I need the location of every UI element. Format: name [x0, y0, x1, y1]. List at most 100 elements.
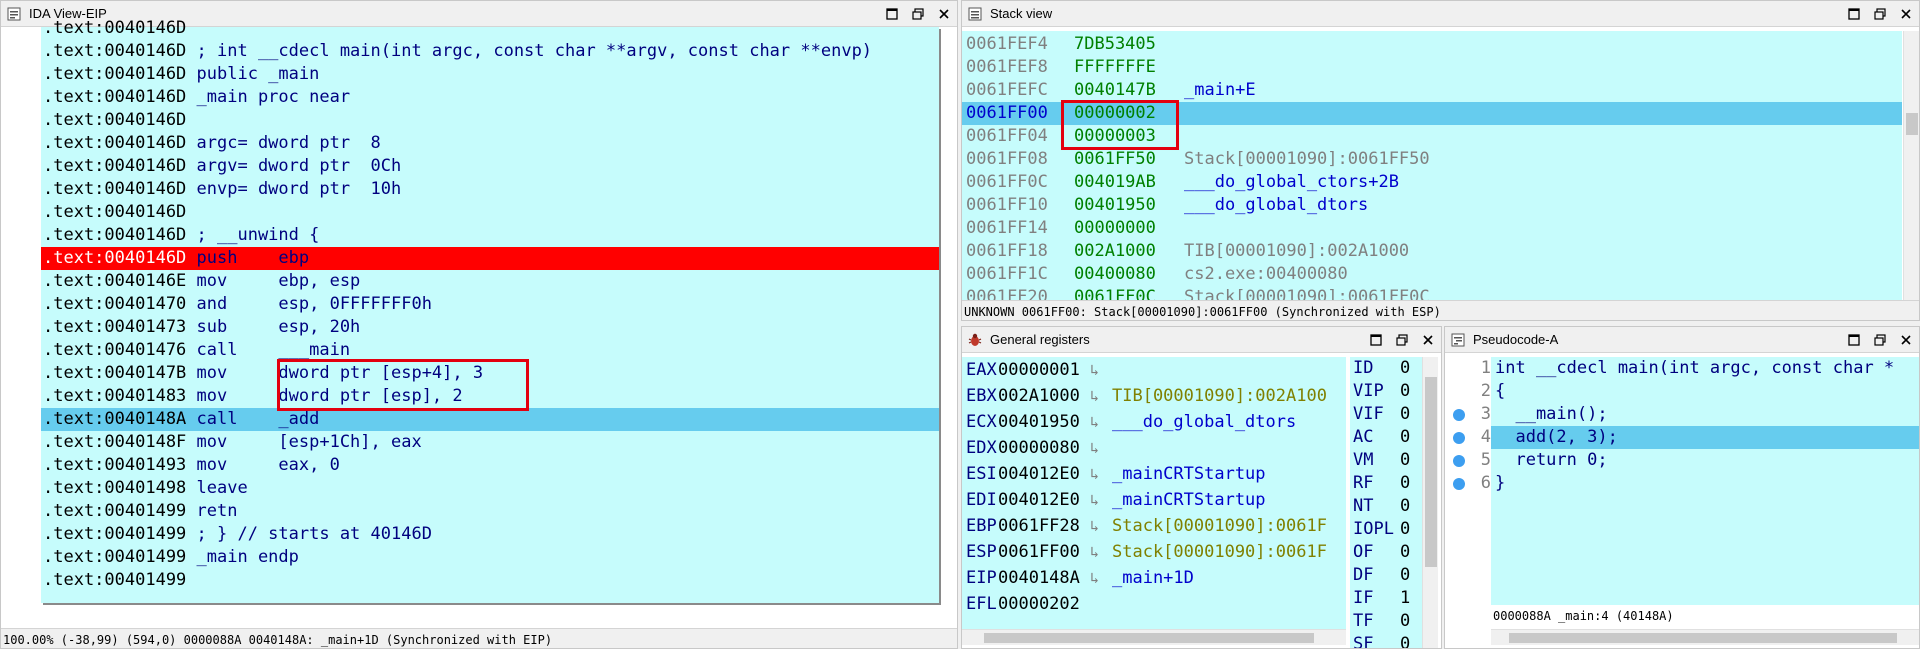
pseudocode-line[interactable]: 2{: [1445, 380, 1919, 403]
disasm-line[interactable]: .text:0040146D ; int __cdecl main(int ar…: [41, 40, 939, 63]
line-number: 5: [1480, 450, 1491, 470]
flag-row[interactable]: VIF 0: [1350, 403, 1422, 426]
stack-row[interactable]: 0061FF14 00000000: [962, 217, 1902, 240]
close-icon[interactable]: [1893, 329, 1919, 351]
disasm-line[interactable]: .text:0040146D push ebp: [41, 247, 939, 270]
stack-row[interactable]: 0061FEFC 0040147B _main+E: [962, 79, 1902, 102]
register-row[interactable]: ESI 004012E0 ↳ _mainCRTStartup: [962, 461, 1346, 487]
flag-row[interactable]: ID 0: [1350, 357, 1422, 380]
register-row[interactable]: EBP 0061FF28 ↳ Stack[00001090]:0061F: [962, 513, 1346, 539]
jump-arrow-icon[interactable]: ↳: [1090, 435, 1099, 461]
stack-scrollbar[interactable]: [1903, 31, 1919, 301]
register-row[interactable]: EFL 00000202: [962, 591, 1346, 617]
stack-row[interactable]: 0061FF20 0061FF0C Stack[00001090]:0061FF0C: [962, 286, 1902, 301]
restore-icon[interactable]: [1867, 329, 1893, 351]
line-number: 3: [1480, 404, 1491, 424]
register-row[interactable]: EAX 00000001 ↳: [962, 357, 1346, 383]
registers-panel: General registers EAX 00000001 ↳ EBX 002A100…: [961, 326, 1442, 649]
disasm-line[interactable]: .text:00401493 mov eax, 0: [41, 454, 939, 477]
restore-icon[interactable]: [1867, 3, 1893, 25]
stack-address: 0061FEF8: [966, 57, 1048, 77]
register-row[interactable]: ECX 00401950 ↳ ___do_global_dtors: [962, 409, 1346, 435]
disasm-text: mov eax, 0: [186, 455, 340, 475]
stack-row[interactable]: 0061FF1C 00400080 cs2.exe:00400080: [962, 263, 1902, 286]
flag-row[interactable]: SF 0: [1350, 633, 1422, 648]
stack-row[interactable]: 0061FF18 002A1000 TIB[00001090]:002A1000: [962, 240, 1902, 263]
disasm-line[interactable]: .text:0040148A call _add: [41, 408, 939, 431]
jump-arrow-icon[interactable]: ↳: [1090, 539, 1099, 565]
jump-arrow-icon[interactable]: ↳: [1090, 383, 1099, 409]
disasm-line[interactable]: .text:0040146D argv= dword ptr 0Ch: [41, 155, 939, 178]
flag-name: DF: [1353, 565, 1374, 585]
stack-row[interactable]: 0061FEF4 7DB53405: [962, 33, 1902, 56]
flag-row[interactable]: VM 0: [1350, 449, 1422, 472]
register-row[interactable]: ESP 0061FF00 ↳ Stack[00001090]:0061F: [962, 539, 1346, 565]
restore-icon[interactable]: [1389, 329, 1415, 351]
disasm-line[interactable]: .text:0040146D: [41, 109, 939, 132]
register-name: EDI: [966, 490, 997, 510]
disasm-line[interactable]: .text:00401498 leave: [41, 477, 939, 500]
stack-row[interactable]: 0061FF08 0061FF50 Stack[00001090]:0061FF50: [962, 148, 1902, 171]
close-icon[interactable]: [1415, 329, 1441, 351]
stack-listing[interactable]: 0061FEF4 7DB53405 0061FEF8 FFFFFFFE 0061FEFC…: [962, 31, 1902, 301]
flag-row[interactable]: IF 1: [1350, 587, 1422, 610]
minimize-icon[interactable]: [1841, 3, 1867, 25]
flag-row[interactable]: AC 0: [1350, 426, 1422, 449]
disasm-line[interactable]: .text:00401499 ; } // starts at 40146D: [41, 523, 939, 546]
flag-row[interactable]: VIP 0: [1350, 380, 1422, 403]
stack-row[interactable]: 0061FEF8 FFFFFFFE: [962, 56, 1902, 79]
jump-arrow-icon[interactable]: ↳: [1090, 487, 1099, 513]
disasm-line[interactable]: .text:0040148F mov [esp+1Ch], eax: [41, 431, 939, 454]
flag-row[interactable]: DF 0: [1350, 564, 1422, 587]
jump-arrow-icon[interactable]: ↳: [1090, 461, 1099, 487]
disassembly-listing[interactable]: .text:0040146D .text:0040146D ; int __cde…: [41, 18, 939, 603]
flags-list[interactable]: ID 0 VIP 0 VIF 0 AC 0 VM 0 RF 0 NT 0 IOPL 0 OF 0 DF 0 IF 1 TF 0…: [1350, 357, 1422, 648]
close-icon[interactable]: [1893, 3, 1919, 25]
register-list[interactable]: EAX 00000001 ↳ EBX 002A1000 ↳ TIB[00001090]:00…: [962, 357, 1346, 631]
jump-arrow-icon[interactable]: ↳: [1090, 357, 1099, 383]
pseudocode-line[interactable]: 4 add(2, 3);: [1445, 426, 1919, 449]
disasm-line[interactable]: .text:0040146D: [41, 17, 939, 40]
pseudocode-line[interactable]: 1 int __cdecl main(int argc, const char *: [1445, 357, 1919, 380]
jump-arrow-icon[interactable]: ↳: [1090, 513, 1099, 539]
register-name: ESI: [966, 464, 997, 484]
jump-arrow-icon[interactable]: ↳: [1090, 565, 1099, 591]
disasm-line[interactable]: .text:0040146D: [41, 201, 939, 224]
disasm-line[interactable]: .text:00401499 retn: [41, 500, 939, 523]
register-description: ___do_global_dtors: [1112, 412, 1297, 432]
disasm-line[interactable]: .text:0040146D argc= dword ptr 8: [41, 132, 939, 155]
flag-value: 0: [1400, 450, 1411, 470]
disasm-line[interactable]: .text:0040146D _main proc near: [41, 86, 939, 109]
register-row[interactable]: EBX 002A1000 ↳ TIB[00001090]:002A100: [962, 383, 1346, 409]
stack-row[interactable]: 0061FF0C 004019AB ___do_global_ctors+2B: [962, 171, 1902, 194]
minimize-icon[interactable]: [1363, 329, 1389, 351]
flag-row[interactable]: RF 0: [1350, 472, 1422, 495]
disasm-line[interactable]: .text:00401473 sub esp, 20h: [41, 316, 939, 339]
flags-scrollbar[interactable]: [1422, 357, 1438, 648]
register-row[interactable]: EDI 004012E0 ↳ _mainCRTStartup: [962, 487, 1346, 513]
disasm-text: and esp, 0FFFFFFF0h: [186, 294, 432, 314]
disasm-line[interactable]: .text:00401470 and esp, 0FFFFFFF0h: [41, 293, 939, 316]
pseudocode-line[interactable]: 3 __main();: [1445, 403, 1919, 426]
disasm-line[interactable]: .text:00401499 _main endp: [41, 546, 939, 569]
pseudocode-text: __main();: [1495, 404, 1608, 424]
stack-row[interactable]: 0061FF10 00401950 ___do_global_dtors: [962, 194, 1902, 217]
pseudocode-hscrollbar[interactable]: [1491, 629, 1919, 645]
disasm-line[interactable]: .text:0040146E mov ebp, esp: [41, 270, 939, 293]
flag-row[interactable]: IOPL 0: [1350, 518, 1422, 541]
flag-row[interactable]: TF 0: [1350, 610, 1422, 633]
flag-row[interactable]: OF 0: [1350, 541, 1422, 564]
jump-arrow-icon[interactable]: ↳: [1090, 409, 1099, 435]
pseudocode-editor[interactable]: 1 int __cdecl main(int argc, const char *…: [1445, 357, 1919, 605]
pseudocode-line[interactable]: 6}: [1445, 472, 1919, 495]
minimize-icon[interactable]: [1841, 329, 1867, 351]
register-row[interactable]: EIP 0040148A ↳ _main+1D: [962, 565, 1346, 591]
disasm-line[interactable]: .text:0040146D ; __unwind {: [41, 224, 939, 247]
register-row[interactable]: EDX 00000080 ↳: [962, 435, 1346, 461]
registers-hscrollbar[interactable]: [962, 629, 1346, 645]
disasm-line[interactable]: .text:0040146D public _main: [41, 63, 939, 86]
flag-row[interactable]: NT 0: [1350, 495, 1422, 518]
disasm-line[interactable]: .text:0040146D envp= dword ptr 10h: [41, 178, 939, 201]
pseudocode-line[interactable]: 5 return 0;: [1445, 449, 1919, 472]
disasm-line[interactable]: .text:00401499: [41, 569, 939, 592]
